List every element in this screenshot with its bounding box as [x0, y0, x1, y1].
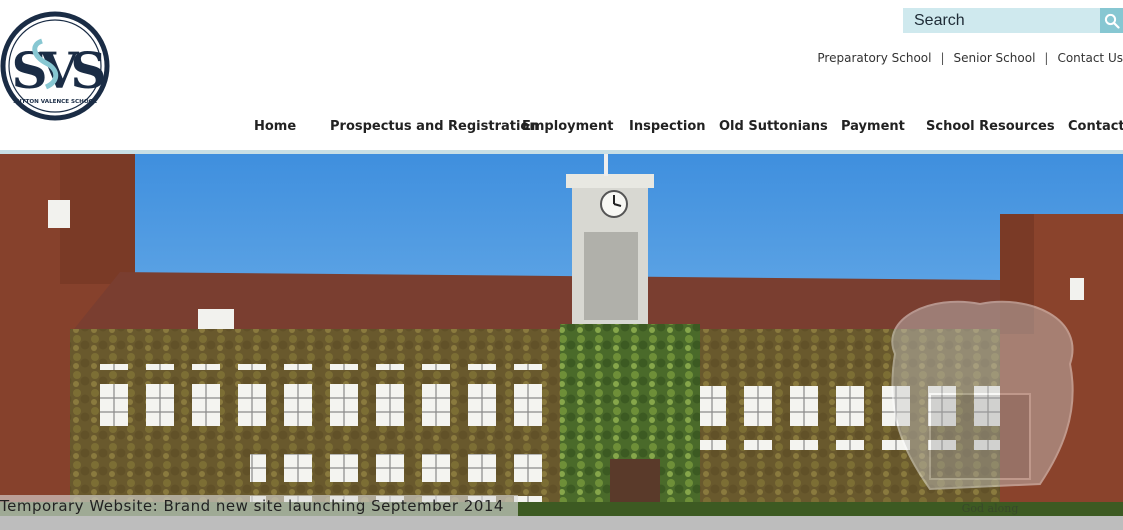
- school-logo[interactable]: SVS SUTTON VALENCE SCHOOL: [0, 5, 112, 127]
- site-header: SVS SUTTON VALENCE SCHOOL Preparatory Sc…: [0, 0, 1123, 152]
- nav-item-employment[interactable]: Employment: [522, 119, 613, 134]
- logo-school-name: SUTTON VALENCE SCHOOL: [13, 99, 97, 105]
- separator: |: [940, 51, 945, 65]
- search-box: [903, 8, 1123, 33]
- nav-item-home[interactable]: Home: [254, 119, 296, 134]
- search-icon: [1104, 13, 1120, 29]
- link-preparatory-school[interactable]: Preparatory School: [817, 51, 931, 65]
- bottom-bar: [0, 516, 1123, 530]
- utility-links: Preparatory School | Senior School | Con…: [817, 51, 1123, 65]
- separator: |: [1044, 51, 1049, 65]
- main-nav: Home Prospectus and Registration Employm…: [0, 119, 1123, 139]
- link-contact-us[interactable]: Contact Us: [1057, 51, 1123, 65]
- nav-item-contact[interactable]: Contact: [1068, 119, 1123, 134]
- link-senior-school[interactable]: Senior School: [954, 51, 1036, 65]
- nav-item-inspection[interactable]: Inspection: [629, 119, 706, 134]
- nav-item-school-resources[interactable]: School Resources: [926, 119, 1055, 134]
- search-button[interactable]: [1100, 8, 1123, 33]
- logo-monogram: SVS: [11, 41, 104, 100]
- nav-item-prospectus[interactable]: Prospectus and Registration: [330, 119, 539, 134]
- nav-item-old-suttonians[interactable]: Old Suttonians: [719, 119, 828, 134]
- nav-item-payment[interactable]: Payment: [841, 119, 905, 134]
- search-input[interactable]: [903, 8, 1100, 33]
- crest-motto: God along: [962, 502, 1019, 515]
- hero-image: God along: [0, 154, 1123, 516]
